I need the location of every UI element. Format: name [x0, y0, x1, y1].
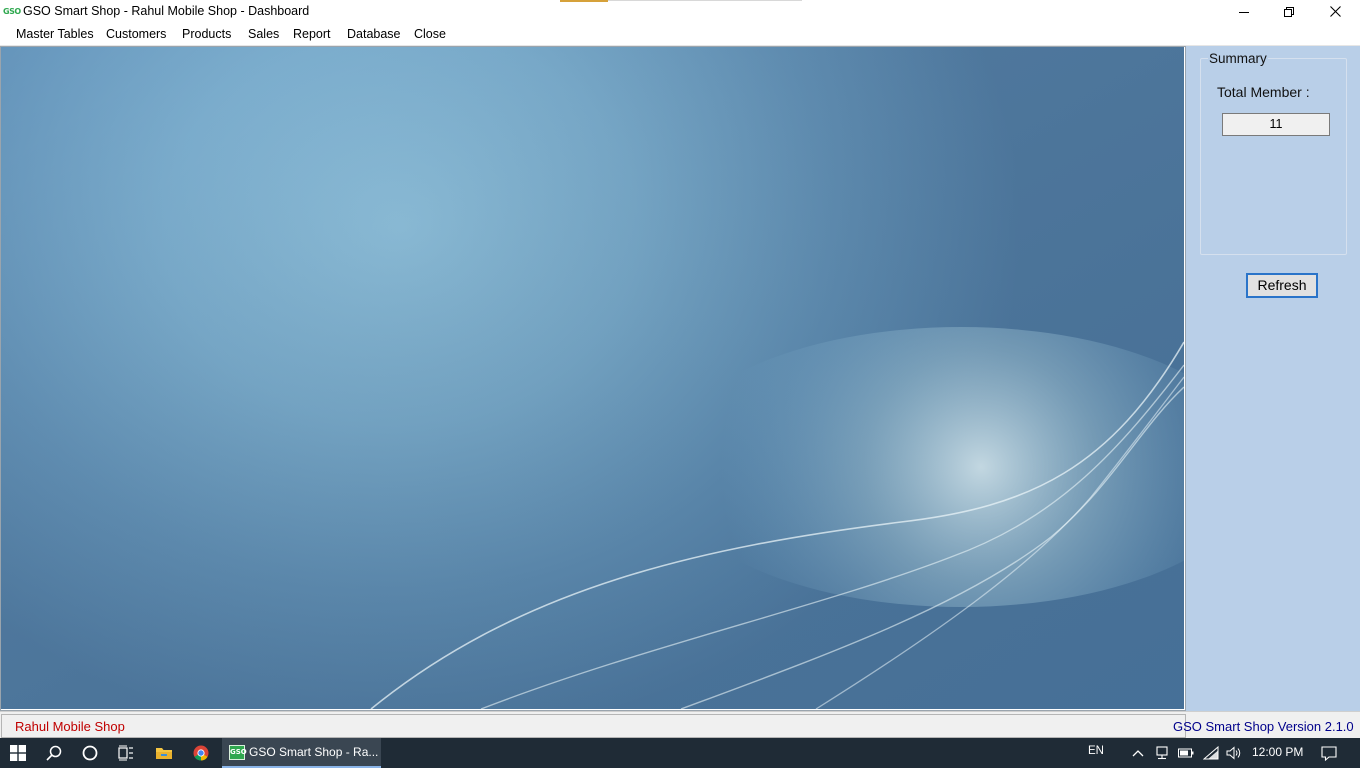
cortana-button[interactable]	[72, 738, 108, 768]
volume-icon	[1226, 746, 1241, 760]
chrome-button[interactable]	[183, 738, 219, 768]
restore-button[interactable]	[1266, 0, 1312, 23]
search-button[interactable]	[36, 738, 72, 768]
volume-tray-button[interactable]	[1222, 738, 1246, 768]
close-window-button[interactable]	[1312, 0, 1358, 23]
show-hidden-icons-button[interactable]	[1126, 738, 1150, 768]
close-icon	[1329, 6, 1341, 17]
status-bar	[0, 711, 1360, 738]
task-view-icon	[118, 745, 133, 761]
gso-app-icon: GSO	[229, 745, 247, 760]
action-center-button[interactable]	[1312, 738, 1346, 768]
file-explorer-icon	[156, 748, 172, 759]
windows-start-icon	[10, 745, 26, 761]
taskbar-app-label: GSO Smart Shop - Ra...	[249, 745, 379, 759]
taskbar-clock[interactable]: 12:00 PM	[1252, 745, 1303, 759]
status-shop-name: Rahul Mobile Shop	[15, 719, 125, 734]
battery-icon	[1178, 748, 1194, 758]
language-indicator[interactable]: EN	[1088, 745, 1104, 757]
minimize-icon	[1239, 11, 1249, 13]
summary-panel	[1186, 46, 1360, 711]
wifi-tray-button[interactable]	[1199, 738, 1223, 768]
wifi-icon	[1203, 746, 1219, 760]
file-explorer-button[interactable]	[146, 738, 182, 768]
restore-icon	[1284, 6, 1294, 17]
window-title: GSO Smart Shop - Rahul Mobile Shop - Das…	[23, 4, 310, 18]
menu-report[interactable]: Report	[293, 27, 331, 41]
title-progress-track	[608, 0, 802, 1]
wallpaper-curves	[1, 47, 1184, 709]
task-view-button[interactable]	[108, 738, 144, 768]
cortana-icon	[82, 745, 98, 761]
taskbar-app-gso-smart-shop[interactable]: GSO GSO Smart Shop - Ra...	[222, 738, 381, 768]
search-icon	[46, 745, 62, 761]
status-left-frame	[1, 714, 1186, 738]
menu-products[interactable]: Products	[182, 27, 231, 41]
menu-master-tables[interactable]: Master Tables	[16, 27, 94, 41]
chevron-up-icon	[1132, 750, 1144, 757]
status-version: GSO Smart Shop Version 2.1.0	[1173, 719, 1354, 734]
menu-customers[interactable]: Customers	[106, 27, 166, 41]
chrome-icon	[193, 745, 209, 761]
notification-icon	[1321, 745, 1337, 761]
title-bar[interactable]: GSO GSO Smart Shop - Rahul Mobile Shop -…	[0, 0, 1360, 23]
menu-close[interactable]: Close	[414, 27, 446, 41]
network-tray-button[interactable]	[1150, 738, 1174, 768]
minimize-button[interactable]	[1221, 0, 1267, 23]
start-button[interactable]	[0, 738, 36, 768]
dashboard-background-image	[1, 47, 1184, 709]
total-member-label: Total Member :	[1217, 84, 1310, 100]
title-progress-strip	[560, 0, 608, 2]
refresh-button[interactable]: Refresh	[1246, 273, 1318, 298]
menu-bar: Master Tables Customers Products Sales R…	[0, 23, 1360, 46]
menu-sales[interactable]: Sales	[248, 27, 279, 41]
network-icon	[1156, 746, 1168, 760]
battery-tray-button[interactable]	[1174, 738, 1198, 768]
menu-database[interactable]: Database	[347, 27, 401, 41]
total-member-value: 11	[1222, 113, 1330, 136]
app-logo-icon: GSO	[3, 7, 21, 16]
summary-title: Summary	[1208, 51, 1268, 66]
